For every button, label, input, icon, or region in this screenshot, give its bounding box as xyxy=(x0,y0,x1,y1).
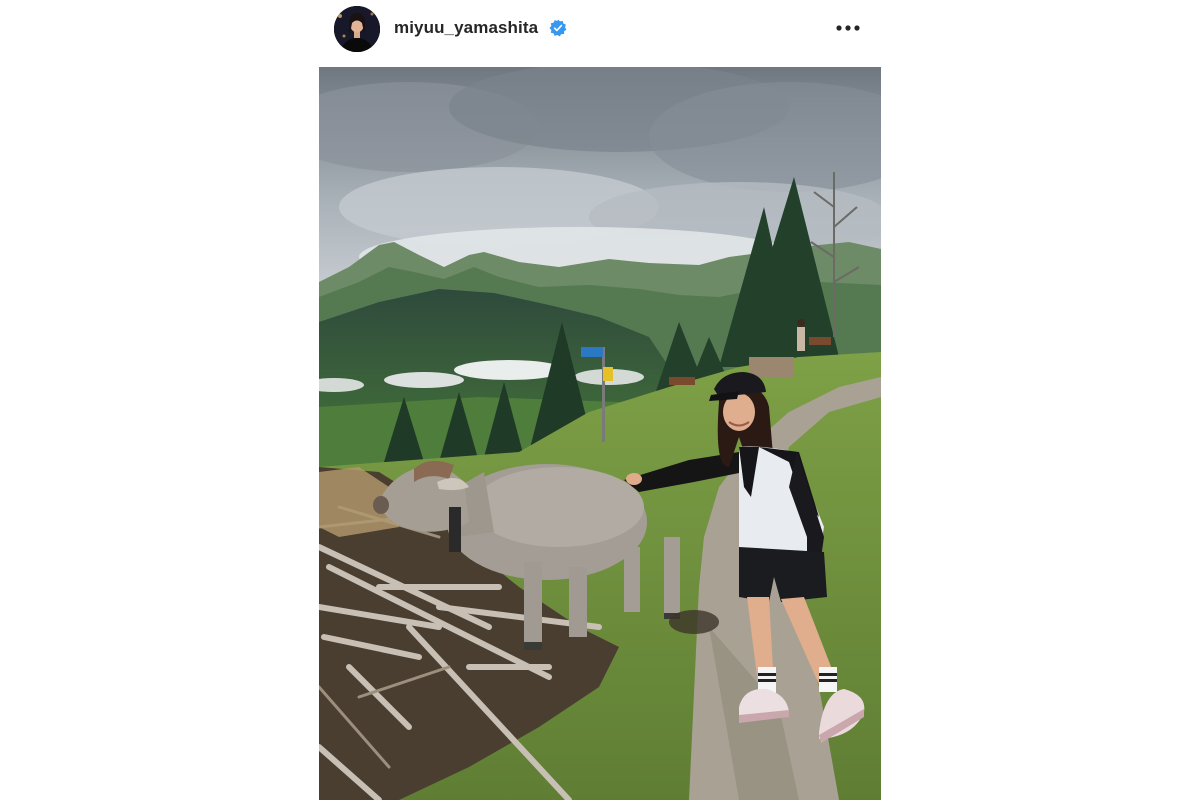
post-photo[interactable] xyxy=(319,67,881,800)
instagram-post: miyuu_yamashita xyxy=(319,0,881,800)
profile-photo-icon xyxy=(334,6,380,52)
more-options-icon[interactable] xyxy=(831,16,865,40)
verified-badge-icon xyxy=(549,19,567,37)
alpine-scene-image xyxy=(319,67,881,800)
avatar[interactable] xyxy=(334,6,380,52)
post-header: miyuu_yamashita xyxy=(319,0,881,62)
username[interactable]: miyuu_yamashita xyxy=(394,18,538,38)
